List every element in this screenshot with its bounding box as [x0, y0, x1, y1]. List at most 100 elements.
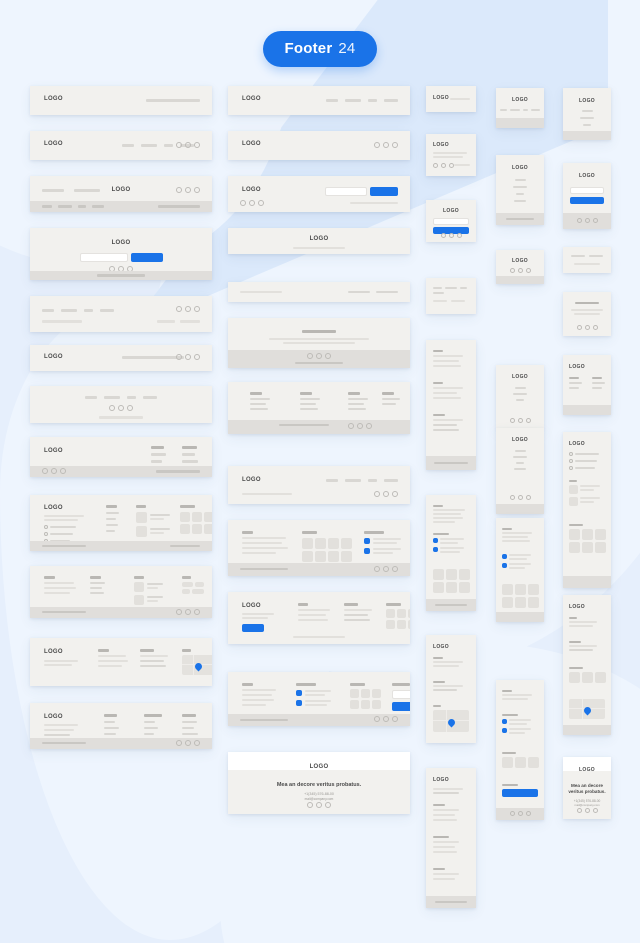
social-icons[interactable]	[374, 142, 398, 148]
social-icons[interactable]	[433, 163, 454, 168]
legal-links[interactable]	[170, 545, 200, 547]
email-input[interactable]	[325, 187, 367, 196]
social-icons[interactable]	[563, 218, 611, 223]
column-about[interactable]	[502, 528, 532, 542]
column-map[interactable]	[182, 649, 212, 675]
tabletb-footer-nav[interactable]: LOGO	[496, 88, 544, 128]
column-3[interactable]	[348, 392, 368, 410]
nav-links[interactable]	[42, 205, 104, 208]
social-icons[interactable]	[176, 609, 200, 615]
column-latest-tweets[interactable]	[502, 714, 531, 734]
footer-variant-contacts-nav[interactable]: LOGO	[30, 176, 212, 212]
column-instagram[interactable]	[302, 531, 352, 562]
nav-column-2[interactable]	[182, 446, 198, 463]
footer-variant-wide-headline[interactable]	[228, 318, 410, 368]
footer-variant-newsletter-center[interactable]: LOGO	[30, 228, 212, 280]
tablet-footer-newsletter[interactable]: LOGO	[426, 200, 476, 242]
column-2[interactable]	[300, 392, 320, 410]
social-icons[interactable]	[176, 740, 200, 746]
social-icons[interactable]	[496, 811, 544, 816]
column-information[interactable]	[144, 714, 162, 735]
nav-column-1[interactable]	[151, 446, 166, 463]
nav-links[interactable]	[496, 387, 544, 401]
column-about[interactable]	[502, 690, 532, 700]
nav-column-1[interactable]	[569, 377, 582, 389]
footer-variant-wide-logo-nav-social[interactable]: LOGO	[228, 466, 410, 504]
column-contact[interactable]	[182, 714, 198, 735]
social-icons[interactable]	[374, 491, 398, 497]
mobile-footer-headline[interactable]	[563, 292, 611, 336]
column-service[interactable]	[104, 714, 119, 735]
tabletb-footer-social[interactable]: LOGO	[496, 250, 544, 284]
social-icons[interactable]	[374, 716, 398, 722]
footer-variant-four-col-instagram[interactable]: LOGO	[30, 495, 212, 551]
column-instagram[interactable]	[569, 524, 606, 553]
footer-variant-wide-social[interactable]: LOGO	[228, 131, 410, 160]
column-about[interactable]	[44, 576, 76, 594]
email-input[interactable]	[79, 253, 128, 262]
footer-variant-service-info[interactable]: LOGO	[30, 703, 212, 749]
tablet-footer-columns[interactable]	[426, 340, 476, 470]
tablet-footer-nav-legal[interactable]	[426, 278, 476, 314]
column-about[interactable]	[242, 683, 276, 706]
footer-variant-wide-newsletter-col[interactable]	[228, 672, 410, 726]
social-icons[interactable]	[426, 233, 476, 238]
column-blog[interactable]	[136, 505, 170, 537]
column-contact[interactable]	[433, 868, 459, 880]
column-contact[interactable]	[433, 681, 463, 691]
footer-variant-nav-legal[interactable]	[30, 296, 212, 332]
footer-variant-wide-blog-contact[interactable]: LOGO	[228, 592, 410, 644]
footer-variant-four-col-text[interactable]	[30, 566, 212, 618]
footer-variant-wide-newsletter[interactable]: LOGO	[228, 176, 410, 212]
subscribe-button[interactable]	[130, 253, 163, 262]
mobile-footer-full[interactable]: LOGO	[563, 432, 611, 588]
column-latest-tweets[interactable]	[296, 683, 331, 706]
column-nav[interactable]	[90, 576, 105, 594]
column-instagram[interactable]	[386, 603, 410, 629]
tabletb-footer-instagram[interactable]	[496, 518, 544, 622]
map-widget[interactable]	[569, 699, 605, 719]
column-about[interactable]	[433, 657, 463, 667]
column-contact[interactable]	[433, 414, 463, 431]
tabletb-footer-columns[interactable]: LOGO	[496, 428, 544, 514]
column-blog[interactable]	[134, 576, 163, 605]
subscribe-button[interactable]	[370, 187, 398, 196]
social-icons[interactable]	[228, 353, 410, 359]
column-map[interactable]	[433, 705, 469, 732]
column-4[interactable]	[382, 392, 400, 405]
tablet-footer-instagram[interactable]	[426, 495, 476, 611]
social-icons[interactable]	[42, 468, 66, 474]
footer-variant-centered-nav[interactable]	[30, 386, 212, 423]
social-icons[interactable]	[240, 200, 264, 206]
footer-variant-wide-nav[interactable]: LOGO	[228, 86, 410, 115]
legal-links[interactable]	[433, 300, 465, 302]
tablet-footer-service[interactable]: LOGO	[426, 768, 476, 908]
mobile-footer-newsletter[interactable]: LOGO	[563, 163, 611, 229]
column-contact[interactable]	[569, 641, 597, 651]
mobile-footer-contact-map[interactable]: LOGO	[563, 595, 611, 735]
newsletter-form[interactable]	[30, 253, 212, 262]
column-about[interactable]	[242, 531, 288, 554]
more-button[interactable]	[242, 624, 264, 632]
social-icons[interactable]	[228, 802, 410, 808]
nav-links[interactable]	[326, 479, 398, 482]
mobile-footer-legal[interactable]	[563, 247, 611, 273]
subscribe-button[interactable]	[392, 702, 410, 711]
column-instagram[interactable]	[180, 505, 212, 534]
footer-variant-tagline-center[interactable]: LOGO Mea an decore veritus probatus. +1(…	[228, 752, 410, 814]
footer-variant-wide-center-logo[interactable]: LOGO	[228, 228, 410, 254]
social-icons[interactable]	[496, 418, 544, 423]
footer-variant-nav-social[interactable]: LOGO	[30, 131, 212, 160]
column-contact[interactable]	[140, 649, 168, 667]
column-instagram[interactable]	[502, 584, 539, 608]
tabletb-footer-stacked-nav[interactable]: LOGO	[496, 155, 544, 225]
nav-links[interactable]	[496, 109, 544, 111]
column-blog[interactable]	[569, 480, 600, 506]
social-icons[interactable]	[176, 354, 200, 360]
column-blog[interactable]	[433, 382, 463, 399]
column-blog[interactable]	[569, 617, 597, 627]
column-map[interactable]	[569, 699, 605, 719]
legal-links[interactable]	[563, 255, 611, 257]
social-icons[interactable]	[563, 808, 611, 813]
column-instagram[interactable]	[502, 752, 539, 768]
